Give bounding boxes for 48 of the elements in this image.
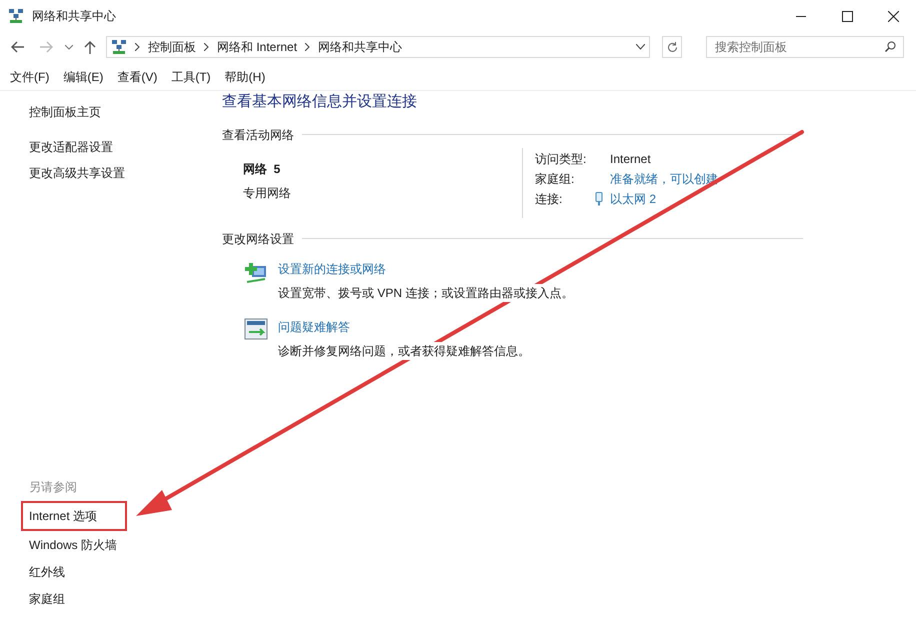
breadcrumb[interactable]: 网络和 Internet <box>217 38 298 56</box>
network-type: 专用网络 <box>243 184 292 202</box>
see-also-heading: 另请参阅 <box>29 479 78 496</box>
menu-item[interactable]: 文件(F) <box>10 68 50 86</box>
menu-item[interactable]: 工具(T) <box>171 68 211 86</box>
property-value: Internet <box>610 151 651 168</box>
sidebar-link[interactable]: 更改适配器设置 <box>29 138 113 156</box>
network-icon <box>111 39 127 55</box>
task-link[interactable]: 问题疑难解答 <box>278 318 350 336</box>
breadcrumb[interactable]: 网络和共享中心 <box>318 38 402 56</box>
section-heading: 查看活动网络 <box>222 126 294 144</box>
back-arrow-icon <box>11 41 25 53</box>
sidebar-link[interactable]: 控制面板主页 <box>29 103 101 121</box>
property-label: 访问类型: <box>535 151 588 168</box>
close-icon <box>888 10 898 22</box>
property-label: 连接: <box>535 191 564 208</box>
forward-arrow-icon <box>39 41 53 53</box>
menu-item[interactable]: 编辑(E) <box>63 68 104 86</box>
refresh-icon <box>666 42 678 52</box>
chevron-right-icon <box>135 43 140 51</box>
page-title: 查看基本网络信息并设置连接 <box>222 92 418 112</box>
chevron-down-icon[interactable] <box>636 44 645 50</box>
up-arrow-icon <box>84 40 96 54</box>
task-link[interactable]: 设置新的连接或网络 <box>278 260 386 278</box>
breadcrumb[interactable]: 控制面板 <box>148 38 196 56</box>
sidebar-link[interactable]: 红外线 <box>29 560 65 584</box>
maximize-icon <box>842 10 852 22</box>
sidebar-link[interactable]: 更改高级共享设置 <box>29 164 125 182</box>
network-icon <box>8 8 24 24</box>
sidebar-link[interactable]: Windows 防火墙 <box>29 533 118 557</box>
window-title: 网络和共享中心 <box>32 8 116 25</box>
ethernet-icon <box>595 192 603 206</box>
menu-item[interactable]: 查看(V) <box>117 68 158 86</box>
section-heading: 更改网络设置 <box>222 230 294 248</box>
menu-item[interactable]: 帮助(H) <box>224 68 266 86</box>
search-icon <box>885 41 896 52</box>
search-field[interactable]: 搜索控制面板 <box>706 36 904 58</box>
sidebar-link[interactable]: Internet 选项 <box>21 501 128 531</box>
sidebar-link[interactable]: 家庭组 <box>29 587 65 611</box>
chevron-right-icon <box>204 43 209 51</box>
chevron-down-icon <box>65 44 73 50</box>
troubleshoot-icon <box>244 318 268 340</box>
connection-link[interactable]: 以太网 2 <box>610 190 656 208</box>
property-label: 家庭组: <box>535 171 576 188</box>
address-bar[interactable]: 控制面板 网络和 Internet 网络和共享中心 <box>106 36 650 58</box>
network-name: 网络 5 <box>243 160 282 178</box>
chevron-right-icon <box>305 43 310 51</box>
refresh-button[interactable] <box>662 36 682 58</box>
